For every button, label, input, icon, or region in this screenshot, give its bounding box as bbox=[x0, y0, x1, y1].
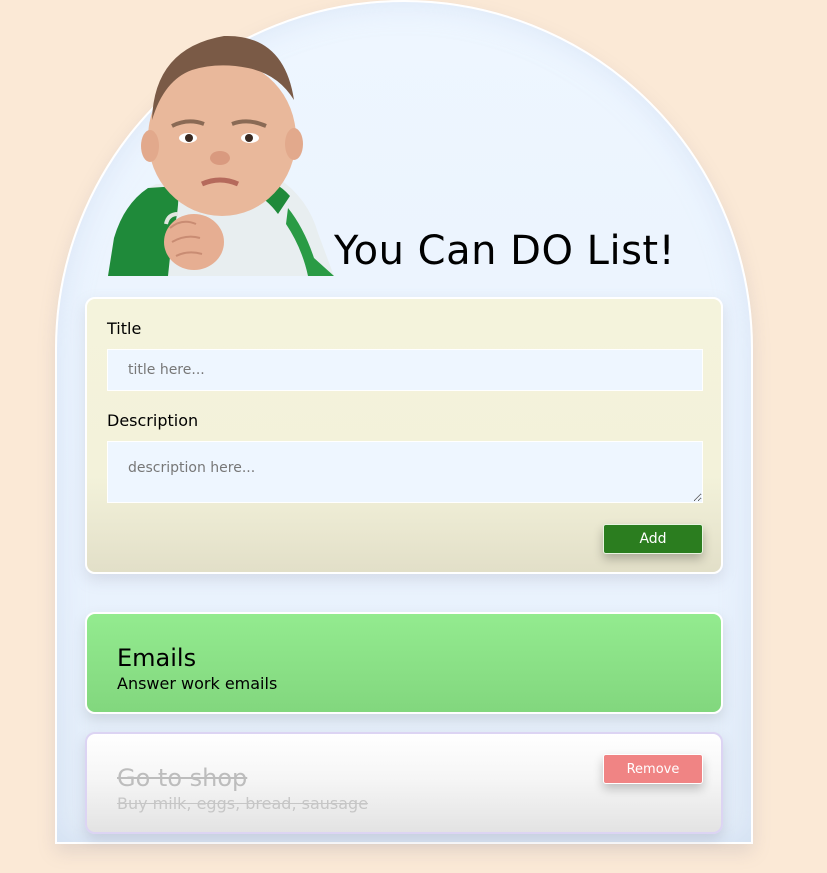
title-label: Title bbox=[107, 319, 142, 338]
description-label: Description bbox=[107, 411, 199, 430]
todo-description: Buy milk, eggs, bread, sausage bbox=[117, 794, 369, 813]
todo-item[interactable]: Emails Answer work emails bbox=[85, 612, 723, 714]
todo-item-completed[interactable]: Go to shop Buy milk, eggs, bread, sausag… bbox=[85, 732, 723, 834]
todo-description: Answer work emails bbox=[117, 674, 278, 693]
success-kid-image bbox=[108, 35, 334, 276]
page-title: You Can DO List! bbox=[334, 228, 676, 274]
todo-title: Go to shop bbox=[117, 764, 248, 792]
add-todo-form: Title Description Add bbox=[85, 297, 723, 574]
description-input[interactable] bbox=[107, 441, 703, 503]
remove-button[interactable]: Remove bbox=[603, 754, 703, 784]
title-input[interactable] bbox=[107, 349, 703, 391]
add-button[interactable]: Add bbox=[603, 524, 703, 554]
todo-title: Emails bbox=[117, 644, 197, 672]
